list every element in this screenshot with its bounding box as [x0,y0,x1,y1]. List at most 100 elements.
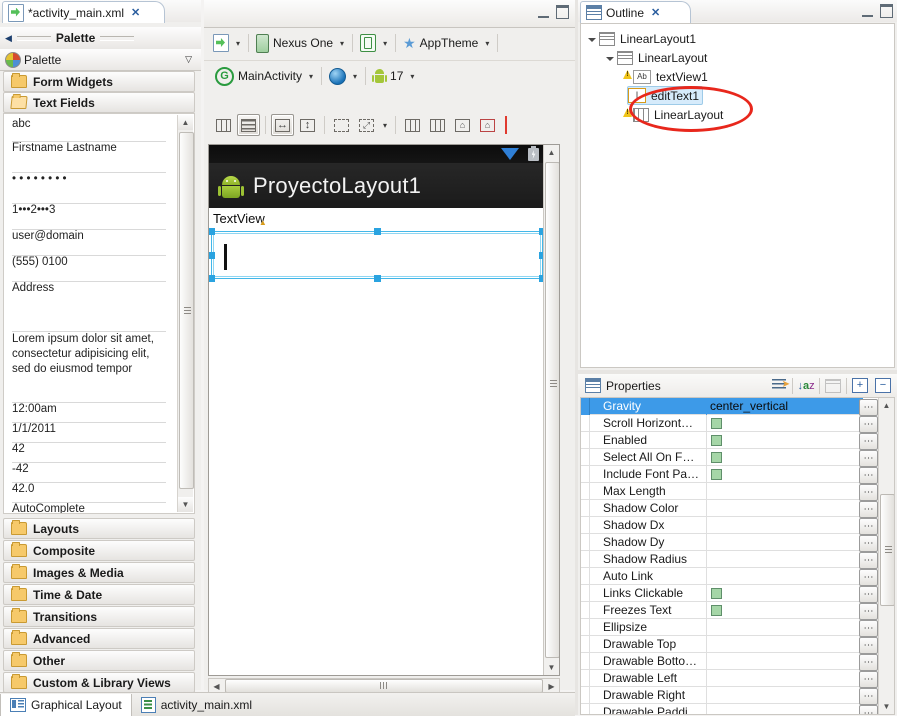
scroll-up-icon[interactable]: ▲ [544,145,559,160]
palette-item-email[interactable]: user@domain [12,230,166,256]
property-row-ellipsize[interactable]: Ellipsize [581,618,863,636]
palette-category-form-widgets[interactable]: Form Widgets [3,71,195,92]
property-editor-button[interactable]: ⋯ [859,399,878,416]
chevron-down-icon[interactable]: ▾ [232,39,244,48]
palette-category-images-media[interactable]: Images & Media [3,562,195,583]
palette-item-person-name[interactable]: Firstname Lastname [12,142,166,173]
hide-baseline-button[interactable]: ⌂ [476,114,499,136]
chevron-down-icon[interactable]: ▾ [305,72,317,81]
expand-all-button[interactable]: ⤢ [355,114,378,136]
palette-category-custom-library-views[interactable]: Custom & Library Views [3,672,195,693]
palette-category-text-fields[interactable]: Text Fields [3,92,195,113]
property-value[interactable] [707,619,863,636]
palette-item-number[interactable]: 42 [12,443,166,463]
close-icon[interactable]: ✕ [648,6,660,19]
theme-chooser-button[interactable]: ★ AppTheme [400,34,481,52]
property-editor-button[interactable]: ⋯ [859,535,878,552]
property-row-freezes-text[interactable]: Freezes Text [581,601,863,619]
resize-handle-top-left[interactable] [209,228,215,235]
scroll-down-icon[interactable]: ▼ [879,699,894,714]
outline-node-linearlayout-vertical[interactable]: LinearLayout [623,105,723,124]
resize-handle-bottom-left[interactable] [209,275,215,282]
checkbox[interactable] [711,417,722,429]
property-value[interactable] [707,585,863,602]
palette-category-advanced[interactable]: Advanced [3,628,195,649]
checkbox[interactable] [711,468,722,480]
scrollbar-thumb[interactable] [179,132,194,489]
property-row-gravity[interactable]: Gravity center_vertical [581,398,863,415]
palette-item-date[interactable]: 1/1/2011 [12,423,166,443]
expand-all-button[interactable]: + [850,376,870,395]
property-value[interactable] [707,466,863,483]
show-advanced-toggle[interactable] [769,376,790,395]
palette-scrollbar[interactable]: ▲ ▼ [177,115,194,512]
scroll-left-icon[interactable]: ◀ [209,679,224,693]
property-value[interactable] [707,483,863,500]
collapse-all-button[interactable]: − [873,376,893,395]
sort-alphabetically-button[interactable]: ↓az [796,376,816,395]
canvas-edittext1-selected[interactable] [209,228,546,282]
palette-item-phone[interactable]: (555) 0100 [12,256,166,282]
property-value[interactable] [707,670,863,687]
chevron-down-icon[interactable]: ▾ [481,39,493,48]
distribute-columns-button[interactable] [212,114,235,136]
property-editor-button[interactable]: ⋯ [859,637,878,654]
resize-handle-bottom-center[interactable] [373,275,381,282]
twisty-expanded-icon[interactable] [587,34,597,44]
config-chooser-button[interactable] [210,32,232,54]
property-row-drawable-bottom[interactable]: Drawable Botto… [581,652,863,670]
checkbox[interactable] [711,604,722,616]
property-row-drawable-left[interactable]: Drawable Left [581,669,863,687]
maximize-icon[interactable] [880,4,893,18]
property-value[interactable] [707,534,863,551]
property-value[interactable] [707,602,863,619]
tab-graphical-layout[interactable]: Graphical Layout [0,694,132,716]
canvas-vertical-scrollbar[interactable]: ▲ ▼ [543,145,559,675]
scroll-down-icon[interactable]: ▼ [544,660,559,675]
palette-item-plain-text[interactable]: abc [12,118,166,142]
minimize-icon[interactable] [538,7,549,18]
outline-node-linearlayout-child[interactable]: LinearLayout [605,48,707,67]
property-editor-button[interactable]: ⋯ [859,484,878,501]
checkbox[interactable] [711,451,722,463]
palette-item-password-numeric[interactable]: 1•••2•••3 [12,204,166,230]
table-view-button[interactable] [823,376,843,395]
canvas-textview1[interactable]: TextView ▲ [213,211,267,227]
property-editor-button[interactable]: ⋯ [859,501,878,518]
match-width-button[interactable]: ↔ [271,114,294,136]
chevron-down-icon[interactable]: ▾ [406,72,418,81]
property-value[interactable] [707,449,863,466]
palette-item-number-decimal[interactable]: 42.0 [12,483,166,503]
property-value[interactable] [707,636,863,653]
property-row-max-length[interactable]: Max Length [581,482,863,500]
property-row-auto-link[interactable]: Auto Link [581,567,863,585]
property-row-scroll-horizontally[interactable]: Scroll Horizont… [581,414,863,432]
property-editor-button[interactable]: ⋯ [859,603,878,620]
properties-scrollbar[interactable]: ▲ ▼ [878,398,894,714]
palette-category-layouts[interactable]: Layouts [3,518,195,539]
property-value[interactable] [707,432,863,449]
palette-item-time[interactable]: 12:00am [12,403,166,423]
resize-handle-top-center[interactable] [373,228,381,235]
outline-tab[interactable]: Outline ✕ [580,1,691,23]
property-row-enabled[interactable]: Enabled [581,431,863,449]
property-value[interactable] [707,687,863,704]
property-editor-button[interactable]: ⋯ [859,705,878,714]
property-row-drawable-right[interactable]: Drawable Right [581,686,863,704]
property-row-select-all-on-focus[interactable]: Select All On F… [581,448,863,466]
show-included-button[interactable] [401,114,424,136]
scroll-up-icon[interactable]: ▲ [879,398,894,413]
scrollbar-thumb[interactable] [225,679,543,693]
property-value[interactable] [707,415,863,432]
scroll-down-icon[interactable]: ▼ [178,497,193,512]
palette-category-transitions[interactable]: Transitions [3,606,195,627]
palette-item-postal-address[interactable]: Address [12,282,166,332]
scrollbar-thumb[interactable] [880,494,894,606]
property-value[interactable] [707,517,863,534]
activity-chooser-button[interactable]: G MainActivity [212,65,305,88]
property-value[interactable] [707,568,863,585]
property-value[interactable] [707,653,863,670]
property-editor-button[interactable]: ⋯ [859,416,878,433]
property-editor-button[interactable]: ⋯ [859,518,878,535]
scrollbar-thumb[interactable] [545,162,559,658]
